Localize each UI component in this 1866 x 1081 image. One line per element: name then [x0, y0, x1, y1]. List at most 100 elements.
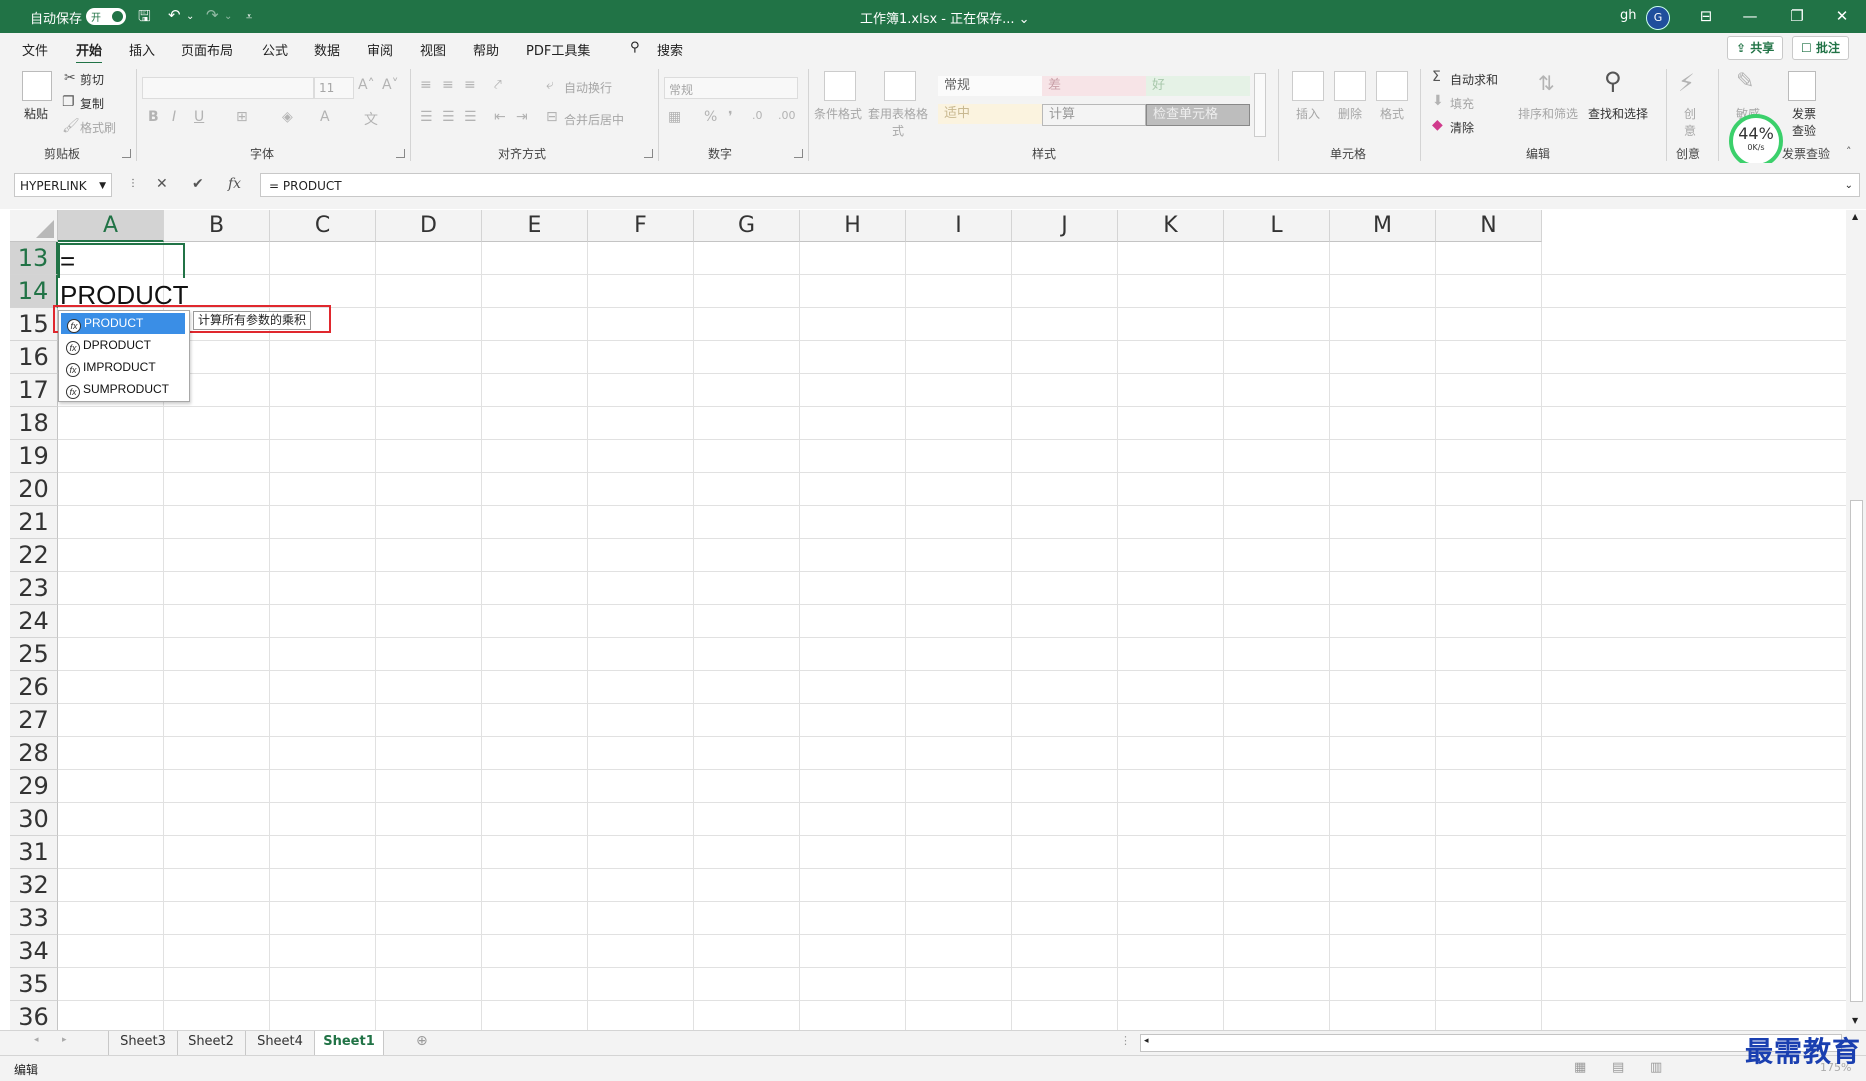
format-painter-icon[interactable]: 🖌: [62, 118, 80, 134]
row-header-26[interactable]: 26: [10, 671, 58, 704]
ribbon-display-icon[interactable]: ⊟: [1684, 4, 1728, 28]
accounting-icon[interactable]: ▦: [668, 109, 681, 125]
number-launcher-icon[interactable]: [794, 149, 803, 158]
search-label[interactable]: 搜索: [657, 40, 683, 59]
sheet-tab-sheet1[interactable]: Sheet1: [315, 1031, 384, 1057]
enter-icon[interactable]: ✔: [192, 176, 204, 192]
column-header-k[interactable]: K: [1118, 210, 1224, 242]
column-header-i[interactable]: I: [906, 210, 1012, 242]
user-name[interactable]: gh: [1620, 8, 1637, 23]
shrink-font-icon[interactable]: A˅: [382, 77, 399, 93]
autosave-toggle[interactable]: 开: [86, 8, 126, 25]
select-all-button[interactable]: [10, 210, 58, 242]
column-header-m[interactable]: M: [1330, 210, 1436, 242]
column-header-n[interactable]: N: [1436, 210, 1542, 242]
clear-button[interactable]: 清除: [1450, 119, 1474, 136]
column-header-e[interactable]: E: [482, 210, 588, 242]
decrease-indent-icon[interactable]: ⇤: [494, 109, 506, 125]
row-header-31[interactable]: 31: [10, 836, 58, 869]
grow-font-icon[interactable]: A˄: [358, 77, 375, 93]
align-middle-icon[interactable]: ≡: [442, 77, 454, 93]
style-good[interactable]: 好: [1146, 76, 1250, 96]
row-header-30[interactable]: 30: [10, 803, 58, 836]
column-header-h[interactable]: H: [800, 210, 906, 242]
orientation-icon[interactable]: ⤤: [494, 77, 502, 93]
sheet-tab-sheet2[interactable]: Sheet2: [177, 1031, 246, 1055]
row-header-20[interactable]: 20: [10, 473, 58, 506]
style-check-cell[interactable]: 检查单元格: [1146, 104, 1250, 126]
autosum-button[interactable]: 自动求和: [1450, 71, 1498, 88]
phonetic-icon[interactable]: 文: [364, 109, 378, 129]
column-header-j[interactable]: J: [1012, 210, 1118, 242]
bold-button[interactable]: B: [148, 109, 159, 125]
clear-icon[interactable]: ◆: [1432, 117, 1443, 133]
redo-icon[interactable]: ↷: [206, 6, 219, 24]
font-name-combo[interactable]: [142, 77, 314, 99]
restore-icon[interactable]: ❐: [1775, 4, 1819, 28]
creative-button[interactable]: 创意: [1684, 105, 1698, 139]
align-left-icon[interactable]: ☰: [420, 109, 433, 125]
align-bottom-icon[interactable]: ≡: [464, 77, 476, 93]
row-header-33[interactable]: 33: [10, 902, 58, 935]
insert-cells-button[interactable]: 插入: [1296, 105, 1320, 122]
undo-icon[interactable]: ↶: [168, 6, 181, 24]
autocomplete-item-sumproduct[interactable]: fx SUMPRODUCT: [60, 379, 188, 400]
font-size-combo[interactable]: 11: [314, 77, 354, 99]
column-header-a[interactable]: A: [58, 210, 164, 242]
invoice-icon[interactable]: [1788, 71, 1816, 101]
collapse-ribbon-icon[interactable]: ˄: [1846, 145, 1852, 158]
column-header-d[interactable]: D: [376, 210, 482, 242]
document-title[interactable]: 工作簿1.xlsx - 正在保存... ⌄: [860, 8, 1030, 27]
find-icon[interactable]: ⚲: [1604, 67, 1622, 95]
row-header-35[interactable]: 35: [10, 968, 58, 1001]
format-cells-button[interactable]: 格式: [1380, 105, 1404, 122]
copy-icon[interactable]: ❐: [62, 94, 75, 110]
autocomplete-item-product[interactable]: fx PRODUCT: [61, 313, 185, 334]
insert-cells-icon[interactable]: [1292, 71, 1324, 101]
conditional-format-icon[interactable]: [824, 71, 856, 101]
paste-icon[interactable]: [22, 71, 52, 101]
page-layout-view-icon[interactable]: ▤: [1612, 1060, 1624, 1075]
table-format-icon[interactable]: [884, 71, 916, 101]
delete-cells-icon[interactable]: [1334, 71, 1366, 101]
row-header-15[interactable]: 15: [10, 308, 58, 341]
row-header-34[interactable]: 34: [10, 935, 58, 968]
insert-function-icon[interactable]: fx: [228, 176, 241, 192]
cut-icon[interactable]: ✂: [64, 70, 76, 86]
styles-scroll[interactable]: [1254, 73, 1266, 137]
tab-data[interactable]: 数据: [314, 40, 340, 59]
find-select-button[interactable]: 查找和选择: [1588, 105, 1648, 122]
tab-next-icon[interactable]: ▸: [62, 1035, 67, 1045]
cut-button[interactable]: 剪切: [80, 71, 104, 88]
font-color-icon[interactable]: A: [320, 109, 330, 125]
column-header-l[interactable]: L: [1224, 210, 1330, 242]
vertical-scroll-thumb[interactable]: [1850, 500, 1863, 1002]
fill-color-icon[interactable]: ◈: [282, 109, 293, 125]
scroll-down-icon[interactable]: ▼: [1852, 1016, 1858, 1025]
style-normal[interactable]: 常规: [938, 76, 1042, 96]
speed-meter[interactable]: 44% 0K/s: [1729, 114, 1783, 168]
cancel-icon[interactable]: ✕: [156, 176, 168, 192]
row-header-24[interactable]: 24: [10, 605, 58, 638]
tab-view[interactable]: 视图: [420, 40, 446, 59]
row-header-32[interactable]: 32: [10, 869, 58, 902]
tab-prev-icon[interactable]: ◂: [34, 1035, 39, 1045]
tab-page-layout[interactable]: 页面布局: [181, 40, 233, 59]
formula-input[interactable]: = PRODUCT ⌄: [260, 173, 1860, 197]
save-icon[interactable]: 🖫: [138, 6, 151, 31]
undo-dropdown-icon[interactable]: ⌄: [186, 11, 194, 22]
scroll-left-icon[interactable]: ◂: [1144, 1036, 1149, 1046]
format-painter-button[interactable]: 格式刷: [80, 119, 116, 136]
alignment-launcher-icon[interactable]: [644, 149, 653, 158]
autocomplete-item-dproduct[interactable]: fx DPRODUCT: [60, 335, 188, 356]
name-box[interactable]: HYPERLINK ▼: [14, 173, 112, 197]
merge-icon[interactable]: ⊟: [546, 109, 558, 125]
search-icon[interactable]: ⚲: [630, 40, 640, 55]
merge-center-button[interactable]: 合并后居中: [564, 111, 624, 128]
paste-button[interactable]: 粘贴: [24, 105, 48, 122]
row-header-17[interactable]: 17: [10, 374, 58, 407]
table-format-button[interactable]: 套用表格格式: [868, 105, 928, 139]
minimize-icon[interactable]: —: [1728, 4, 1772, 28]
row-header-18[interactable]: 18: [10, 407, 58, 440]
sheet-tab-sheet3[interactable]: Sheet3: [108, 1031, 178, 1055]
